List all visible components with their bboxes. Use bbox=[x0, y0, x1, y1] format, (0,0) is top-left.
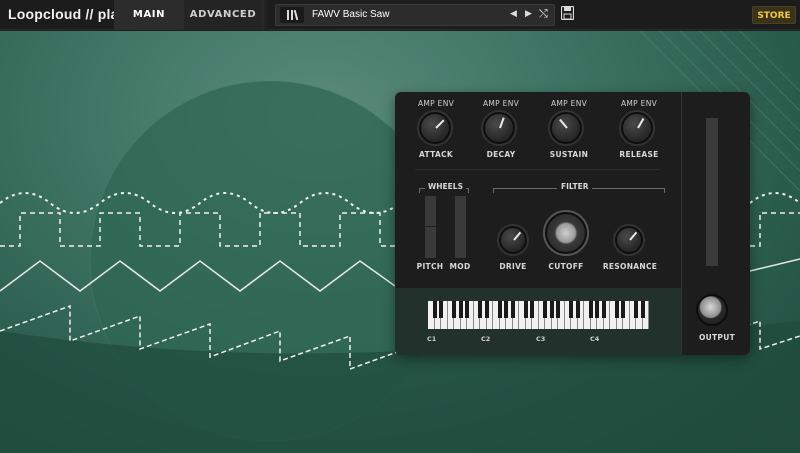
tab-advanced[interactable]: ADVANCED bbox=[184, 0, 262, 30]
black-key[interactable] bbox=[556, 301, 560, 318]
amp-env-label-decay: AMP ENV bbox=[482, 99, 520, 108]
tab-divider bbox=[262, 0, 268, 30]
black-key[interactable] bbox=[510, 301, 515, 318]
black-key[interactable] bbox=[640, 301, 645, 318]
black-key[interactable] bbox=[523, 301, 528, 318]
black-key[interactable] bbox=[588, 301, 593, 318]
black-key[interactable] bbox=[634, 301, 638, 318]
save-icon[interactable] bbox=[561, 6, 574, 20]
attack-label: ATTACK bbox=[419, 150, 453, 159]
output-knob[interactable] bbox=[696, 294, 728, 326]
black-key[interactable] bbox=[478, 301, 482, 318]
black-key[interactable] bbox=[530, 301, 534, 318]
drive-knob[interactable] bbox=[497, 224, 529, 256]
resonance-knob[interactable] bbox=[613, 224, 645, 256]
black-key[interactable] bbox=[543, 301, 547, 318]
black-key[interactable] bbox=[432, 301, 437, 318]
black-key[interactable] bbox=[621, 301, 625, 318]
preset-name: FAWV Basic Saw bbox=[312, 9, 390, 20]
output-label: OUTPUT bbox=[698, 333, 736, 342]
pitch-label: PITCH bbox=[416, 262, 444, 271]
black-key[interactable] bbox=[575, 301, 580, 318]
resonance-label: RESONANCE bbox=[602, 262, 658, 271]
black-key[interactable] bbox=[484, 301, 489, 318]
piano-keyboard[interactable] bbox=[428, 301, 650, 329]
cutoff-label: CUTOFF bbox=[548, 262, 584, 271]
shuffle-icon[interactable]: ⤭ bbox=[539, 7, 548, 21]
next-preset-button[interactable]: ▶ bbox=[525, 9, 532, 19]
output-divider bbox=[681, 92, 682, 355]
amp-env-label-attack: AMP ENV bbox=[417, 99, 455, 108]
black-key[interactable] bbox=[569, 301, 573, 318]
octave-label-c1: C1 bbox=[427, 335, 437, 343]
section-divider bbox=[415, 169, 660, 170]
release-label: RELEASE bbox=[619, 150, 659, 159]
black-key[interactable] bbox=[504, 301, 508, 318]
app-logo: Loopcloud // play bbox=[8, 6, 127, 22]
output-level-slider[interactable] bbox=[706, 118, 718, 266]
black-key[interactable] bbox=[452, 301, 456, 318]
store-button[interactable]: STORE bbox=[752, 6, 796, 24]
pitch-wheel[interactable] bbox=[425, 196, 436, 258]
filter-heading: FILTER bbox=[557, 182, 593, 191]
octave-label-c4: C4 bbox=[590, 335, 600, 343]
black-key[interactable] bbox=[549, 301, 554, 318]
release-knob[interactable] bbox=[619, 110, 655, 146]
black-key[interactable] bbox=[465, 301, 469, 318]
black-key[interactable] bbox=[595, 301, 599, 318]
preset-browser[interactable]: FAWV Basic Saw ◀ ▶ ⤭ bbox=[275, 4, 555, 26]
amp-env-label-sustain: AMP ENV bbox=[550, 99, 588, 108]
prev-preset-button[interactable]: ◀ bbox=[510, 9, 517, 19]
sustain-knob[interactable] bbox=[548, 110, 584, 146]
octave-label-c3: C3 bbox=[536, 335, 546, 343]
tab-main[interactable]: MAIN bbox=[114, 0, 184, 30]
mod-wheel[interactable] bbox=[455, 196, 466, 258]
wheels-heading: WHEELS bbox=[425, 182, 466, 191]
sustain-label: SUSTAIN bbox=[549, 150, 589, 159]
black-key[interactable] bbox=[601, 301, 606, 318]
black-key[interactable] bbox=[439, 301, 443, 318]
amp-env-label-release: AMP ENV bbox=[620, 99, 658, 108]
mod-label: MOD bbox=[449, 262, 471, 271]
top-bar: Loopcloud // play MAIN ADVANCED FAWV Bas… bbox=[0, 0, 800, 30]
octave-label-c2: C2 bbox=[481, 335, 491, 343]
drive-label: DRIVE bbox=[499, 262, 527, 271]
attack-knob[interactable] bbox=[417, 110, 453, 146]
decay-label: DECAY bbox=[486, 150, 516, 159]
black-key[interactable] bbox=[614, 301, 619, 318]
library-icon[interactable] bbox=[280, 7, 304, 23]
cutoff-knob[interactable] bbox=[543, 210, 589, 256]
black-key[interactable] bbox=[458, 301, 463, 318]
decay-knob[interactable] bbox=[481, 110, 517, 146]
black-key[interactable] bbox=[497, 301, 502, 318]
